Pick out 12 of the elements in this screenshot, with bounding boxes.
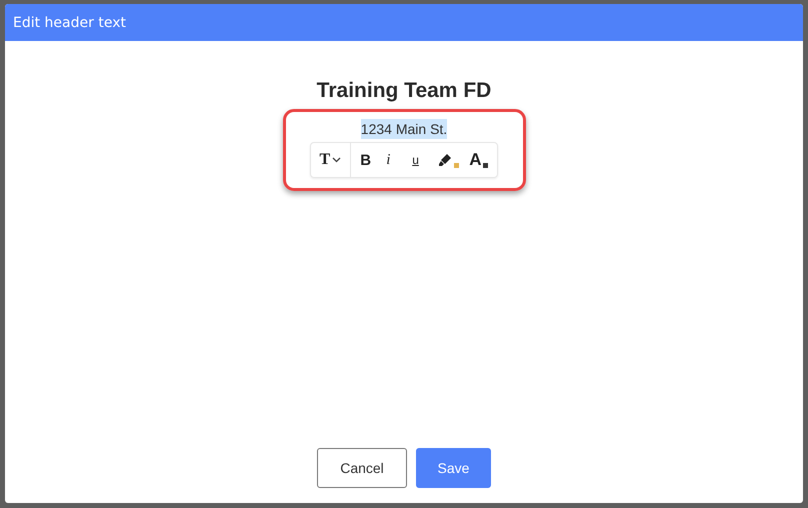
underline-button[interactable]: u bbox=[409, 147, 432, 173]
address-text[interactable]: 1234 Main St. bbox=[360, 119, 448, 139]
header-heading: Training Team FD bbox=[316, 79, 492, 103]
font-color-button[interactable]: A bbox=[466, 147, 492, 173]
caret-icon bbox=[332, 157, 342, 163]
dialog-title: Edit header text bbox=[13, 14, 126, 30]
pen-icon bbox=[438, 153, 452, 167]
text-style-button[interactable]: T bbox=[316, 147, 344, 173]
italic-button[interactable]: i bbox=[383, 147, 406, 173]
bold-button[interactable]: B bbox=[357, 147, 380, 173]
save-button[interactable]: Save bbox=[416, 448, 491, 488]
cancel-button[interactable]: Cancel bbox=[317, 448, 407, 488]
